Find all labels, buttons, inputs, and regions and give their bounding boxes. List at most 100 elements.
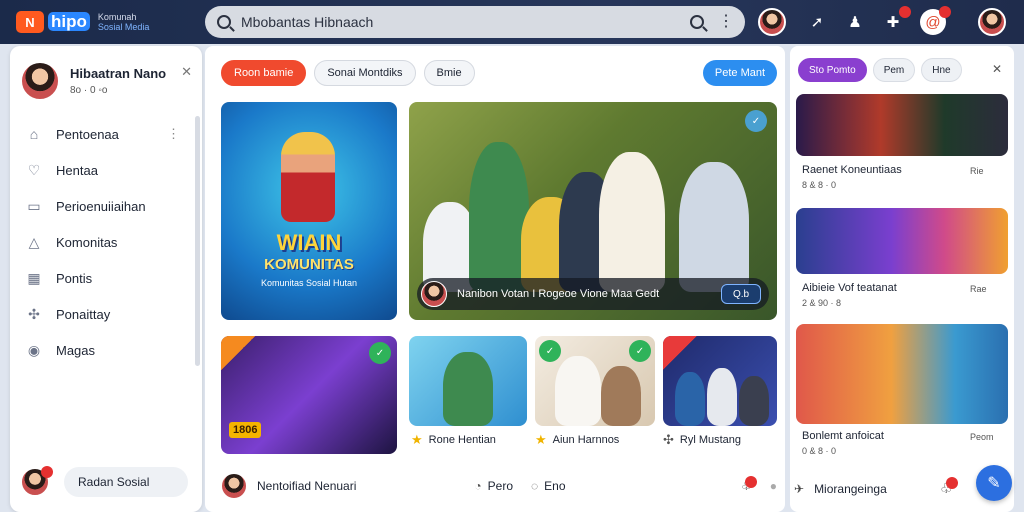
sidebar-item-files[interactable]: ▭ Perioenuiiaihan	[10, 188, 202, 224]
social-radar-button[interactable]: Radan Sosial	[64, 467, 188, 497]
comment-icon[interactable]: ◌	[531, 479, 538, 493]
post-button[interactable]: Pete Mant	[703, 60, 777, 86]
share-icon[interactable]: ➚	[804, 9, 830, 35]
profile-name: Hibaatran Nano	[70, 66, 167, 81]
hero-author-avatar[interactable]	[421, 281, 447, 307]
account-avatar[interactable]	[978, 8, 1006, 36]
person-figure	[739, 376, 769, 426]
ribbon-decoration	[663, 336, 697, 370]
sidebar-item-label: Hentaa	[56, 162, 98, 178]
sidebar-item-home[interactable]: ⌂ Pentoenaa ⋮	[10, 116, 202, 152]
person-figure	[443, 352, 493, 426]
bell-icon[interactable]: ♧	[940, 477, 958, 497]
more-options-icon[interactable]: ⋮	[718, 14, 734, 30]
home-icon: ⌂	[29, 126, 39, 142]
profile-header[interactable]: Hibaatran Nano 8o · 0 ◦o	[20, 58, 192, 104]
like-icon[interactable]: ♧	[741, 476, 757, 493]
hero-play-button[interactable]: Q.b	[721, 284, 761, 304]
heart-icon: ♡	[27, 161, 41, 178]
badge-icon: ✓	[745, 110, 767, 132]
sidebar-item-label: Magas	[56, 342, 96, 358]
chat-icon[interactable]: ◔	[474, 479, 481, 493]
thumb-label: ★ Aiun Harnnos	[535, 432, 619, 448]
right-card-meta: 0 & 8 · 0	[802, 446, 837, 456]
search-bar[interactable]: Mbobantas Hibnaach ⋮	[205, 6, 745, 38]
people-icon[interactable]: ♟	[842, 9, 868, 35]
message-badge	[939, 6, 951, 18]
right-card-image[interactable]	[796, 324, 1008, 424]
close-icon[interactable]: ✕	[992, 62, 1002, 76]
sidebar-scrollbar[interactable]	[195, 116, 200, 366]
sidebar-nav: ⌂ Pentoenaa ⋮ ♡ Hentaa ▭ Perioenuiiaihan △ Ko…	[10, 116, 202, 368]
thumb-card[interactable]	[663, 336, 777, 426]
right-chip-1[interactable]: Pem	[872, 58, 916, 82]
notifications-icon[interactable]: ✚	[880, 6, 911, 35]
star-icon: ★	[411, 432, 423, 447]
close-icon[interactable]: ✕	[181, 64, 192, 80]
chip-0[interactable]: Roon bamie	[221, 60, 307, 86]
right-card-title[interactable]: Bonlemt anfoicat	[802, 430, 884, 442]
profile-meta: 8o · 0 ◦o	[70, 85, 108, 96]
hero-card[interactable]: ✓ Nanibon Votan I Rogeoe Vione Maa Gedt …	[409, 102, 777, 320]
right-card-meta: 8 & 8 · 0	[802, 180, 837, 190]
thumb-label-text: Ryl Mustang	[679, 434, 742, 446]
chip-1[interactable]: Sonai Montdiks	[314, 60, 416, 86]
right-chips: Sto Pomto Pem Hne	[798, 58, 962, 82]
sidebar-item-label: Perioenuiiaihan	[56, 198, 146, 214]
check-icon: ✓	[539, 340, 561, 362]
thumb-card[interactable]: ✓ 1806	[221, 336, 397, 454]
bottom-mid-label[interactable]: Pero	[488, 479, 513, 493]
right-card-title[interactable]: Raenet Koneuntiaas	[802, 164, 902, 176]
bottom-avatar[interactable]	[221, 473, 247, 499]
game-subtitle: KOMUNITAS	[264, 256, 354, 273]
person-figure	[555, 356, 601, 426]
right-footer-label[interactable]: Miorangeinga	[814, 482, 887, 496]
hero-caption: Nanibon Votan I Rogeoe Vione Maa Gedt	[457, 288, 660, 300]
bottom-left-label[interactable]: Nentoifiad Nenuari	[257, 479, 356, 493]
star-icon: ★	[535, 432, 547, 447]
logo-badge: N	[16, 11, 44, 33]
footer-badge	[41, 466, 53, 478]
sidebar-item-posts[interactable]: ▦ Pontis	[10, 260, 202, 296]
logo-word: hipo	[48, 12, 90, 32]
sidebar-item-community[interactable]: △ Komonitas	[10, 224, 202, 260]
bottom-action-bar: Nentoifiad Nenuari ◔ Pero ◌ Eno ♧ ●	[221, 466, 777, 506]
app-logo[interactable]: N hipo Komunah Sosial Media	[16, 0, 149, 44]
search-submit-icon[interactable]	[690, 15, 704, 29]
bell-badge	[945, 477, 958, 489]
person-figure	[675, 372, 705, 426]
right-card-title[interactable]: Aibieie Vof teatanat	[802, 282, 897, 294]
user-avatar[interactable]	[758, 8, 786, 36]
thumb-card[interactable]	[409, 336, 527, 426]
folder-icon: ▭	[27, 197, 41, 214]
sidebar-item-favorites[interactable]: ♡ Hentaa	[10, 152, 202, 188]
thumb-card[interactable]: ✓ ✓	[535, 336, 655, 426]
dot-icon: ●	[769, 479, 777, 493]
search-input[interactable]: Mbobantas Hibnaach	[241, 14, 690, 30]
right-card-image[interactable]	[796, 94, 1008, 156]
right-card-image[interactable]	[796, 208, 1008, 274]
person-figure	[469, 142, 529, 292]
right-chip-0[interactable]: Sto Pomto	[798, 58, 867, 82]
right-card-side: Rie	[970, 166, 984, 176]
game-card[interactable]: WIAIN KOMUNITAS Komunitas Sosial Hutan	[221, 102, 397, 320]
game-title: WIAIN	[276, 230, 342, 255]
main-feed: Roon bamie Sonai Montdiks Bmie Pete Mant…	[205, 46, 785, 512]
footer-avatar[interactable]	[20, 466, 53, 497]
logo-tagline: Komunah Sosial Media	[97, 12, 150, 32]
sidebar-item-groups[interactable]: ◉ Magas	[10, 332, 202, 368]
globe-icon: ◉	[27, 341, 41, 358]
right-chip-2[interactable]: Hne	[921, 58, 962, 82]
check-icon: ✓	[369, 342, 391, 364]
share-icon[interactable]: ✈	[794, 482, 804, 496]
chip-2[interactable]: Bmie	[423, 60, 475, 86]
right-card-side: Rae	[970, 284, 987, 294]
compose-button[interactable]: ✎	[976, 465, 1012, 501]
messages-icon[interactable]: @	[920, 6, 951, 35]
sidebar-item-games[interactable]: ✣ Ponaittay	[10, 296, 202, 332]
bottom-mid2-label[interactable]: Eno	[544, 479, 565, 493]
sidebar-item-label: Ponaittay	[56, 306, 111, 322]
thumb-label: ✣ Ryl Mustang	[663, 432, 741, 448]
profile-avatar[interactable]	[20, 61, 60, 101]
more-icon[interactable]: ⋮	[167, 126, 180, 142]
